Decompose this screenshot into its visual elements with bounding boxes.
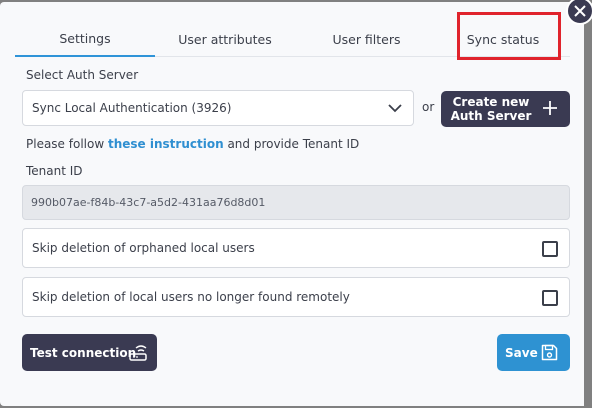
close-button[interactable]	[566, 0, 592, 25]
tab-settings[interactable]: Settings	[15, 22, 155, 57]
chevron-down-icon	[388, 104, 402, 113]
option-skip-orphaned: Skip deletion of orphaned local users	[22, 228, 570, 268]
tenant-id-value: 990b07ae-f84b-43c7-a5d2-431aa76d8d01	[31, 196, 266, 209]
save-icon	[541, 344, 558, 361]
create-button-label: Create new Auth Server	[449, 95, 533, 123]
router-icon	[129, 345, 147, 361]
test-connection-button[interactable]: Test connection	[22, 334, 157, 371]
tenant-id-field[interactable]: 990b07ae-f84b-43c7-a5d2-431aa76d8d01	[22, 185, 570, 220]
or-text: or	[422, 100, 435, 114]
tab-user-filters-label: User filters	[332, 32, 401, 47]
option-skip-orphaned-label: Skip deletion of orphaned local users	[32, 241, 255, 255]
option-skip-not-found: Skip deletion of local users no longer f…	[22, 277, 570, 317]
option-skip-not-found-label: Skip deletion of local users no longer f…	[32, 290, 350, 304]
skip-not-found-checkbox[interactable]	[542, 290, 558, 306]
skip-orphaned-checkbox[interactable]	[542, 241, 558, 257]
close-icon	[574, 5, 586, 17]
instructions-link[interactable]: these instruction	[108, 137, 224, 151]
tab-settings-label: Settings	[59, 31, 111, 46]
settings-dialog: Settings User attributes User filters Sy…	[0, 2, 584, 406]
create-line-1: Create new	[452, 95, 530, 109]
save-label: Save	[505, 345, 538, 360]
instructions-suffix: and provide Tenant ID	[227, 137, 360, 151]
test-connection-label: Test connection	[30, 345, 137, 360]
instructions-text: Please follow these instruction and prov…	[26, 137, 359, 151]
save-button[interactable]: Save	[497, 334, 570, 371]
auth-server-selected: Sync Local Authentication (3926)	[32, 101, 232, 115]
tab-user-filters[interactable]: User filters	[297, 22, 436, 57]
highlight-box	[457, 12, 561, 60]
auth-server-label: Select Auth Server	[26, 68, 139, 82]
create-auth-server-button[interactable]: Create new Auth Server	[441, 91, 570, 127]
instructions-prefix: Please follow	[26, 137, 105, 151]
auth-server-select[interactable]: Sync Local Authentication (3926)	[22, 90, 414, 126]
tenant-id-label: Tenant ID	[26, 164, 83, 178]
tab-user-attributes-label: User attributes	[178, 32, 272, 47]
plus-icon	[543, 101, 557, 115]
tab-user-attributes[interactable]: User attributes	[155, 22, 295, 57]
create-line-2: Auth Server	[450, 109, 532, 123]
